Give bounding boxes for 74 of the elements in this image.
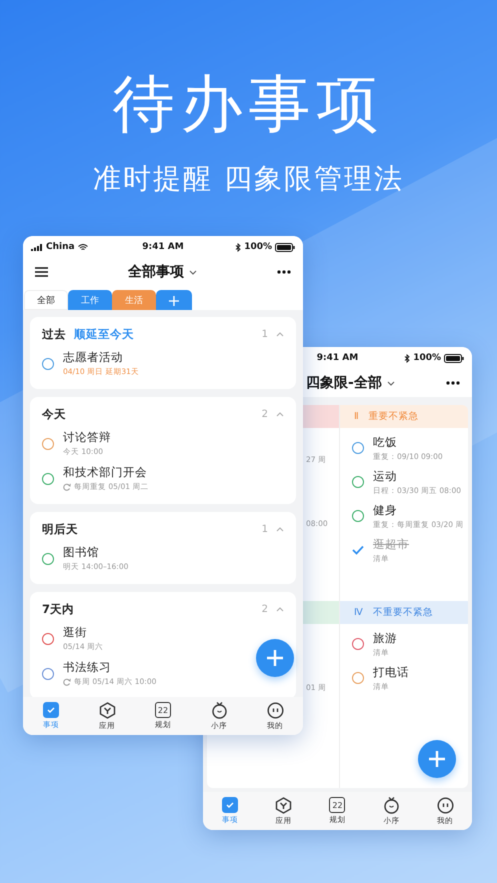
battery-percent: 100% [244,242,272,252]
task-checkbox[interactable] [352,638,364,650]
add-button[interactable] [418,740,456,778]
status-time: 9:41 AM [316,353,358,363]
task-title: 打电话 [373,664,409,680]
face-icon [266,702,284,718]
task-title: 旅游 [373,630,397,646]
task-checkbox[interactable] [42,438,54,450]
task-count: 1 [262,329,268,340]
task-count: 1 [262,524,268,535]
screen-title: 全部事项 [128,263,184,281]
task-checkbox[interactable] [352,672,364,684]
section-title: 今天 [42,407,66,422]
carrier-name: China [46,242,75,252]
task-count: 2 [262,604,268,615]
task-title: 逛超市 [373,536,409,552]
chevron-up-icon[interactable] [276,332,284,337]
wifi-icon [78,244,88,250]
section-title: 过去 [42,327,66,342]
section-title: 明后天 [42,522,78,537]
battery-percent: 100% [413,353,442,363]
chevron-up-icon[interactable] [276,412,284,417]
task-title: 书法练习 [63,660,112,675]
hexagon-icon [98,702,116,718]
task-checkbox[interactable] [42,668,54,680]
check-icon[interactable] [352,545,364,555]
more-icon[interactable] [446,381,460,385]
task-title: 图书馆 [63,545,100,560]
task-title: 讨论答辩 [63,430,111,445]
chevron-up-icon[interactable] [276,527,284,532]
task-checkbox[interactable] [352,510,364,522]
task-title: 健身 [373,502,398,518]
face-icon [436,796,454,814]
task-checkbox[interactable] [42,632,54,644]
chevron-up-icon[interactable] [276,607,284,612]
chevron-down-icon[interactable] [189,270,197,274]
quadrant-title: 不重要不紧急 [372,606,433,619]
battery-icon [275,242,296,252]
task-checkbox[interactable] [42,358,54,370]
battery-icon [444,354,464,362]
task-checkbox[interactable] [42,552,54,564]
task-count: 2 [262,409,268,420]
checkbox-icon [222,797,238,813]
timer-icon [210,701,228,719]
hexagon-icon [275,796,292,814]
more-icon[interactable] [277,270,291,274]
bluetooth-icon [404,354,410,362]
plus-icon [427,749,447,769]
menu-icon[interactable] [35,267,48,277]
section-title: 7天内 [42,602,74,617]
chevron-down-icon[interactable] [386,380,395,386]
calendar-icon: 22 [329,797,346,813]
screen-title: 四象限-全部 [306,374,382,392]
task-checkbox[interactable] [352,476,364,488]
task-title: 逛街 [63,625,88,640]
checkbox-icon [43,702,59,718]
quadrant-numeral: Ⅱ [354,411,359,422]
quadrant-numeral: Ⅳ [354,607,363,618]
task-title: 吃饭 [373,434,398,450]
quadrant-title: 重要不紧急 [368,410,419,423]
status-time: 9:41 AM [142,242,184,252]
task-title: 和技术部门开会 [63,465,148,480]
task-checkbox[interactable] [352,442,364,454]
bluetooth-icon [235,242,242,252]
task-title: 志愿者活动 [63,350,124,365]
subheadline: 准时提醒 四象限管理法 [93,161,404,197]
category-tab[interactable]: 全部 [24,290,68,310]
headline: 待办事项 [112,66,384,142]
signal-icon [31,244,43,250]
task-title: 运动 [373,468,398,484]
plus-icon [265,648,285,668]
calendar-icon: 22 [155,702,171,718]
timer-icon [382,796,400,814]
task-checkbox[interactable] [42,472,54,484]
